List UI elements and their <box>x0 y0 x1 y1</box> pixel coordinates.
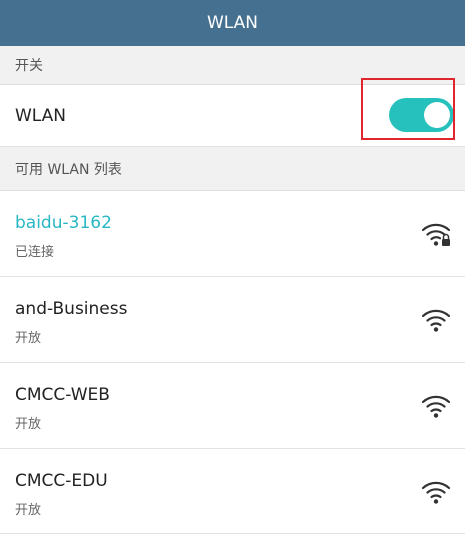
network-name: baidu-3162 <box>15 213 112 233</box>
available-networks-label: 可用 WLAN 列表 <box>15 161 122 178</box>
title-bar: WLAN <box>0 0 465 46</box>
network-item-cmcc-web[interactable]: CMCC-WEB 开放 <box>0 363 465 449</box>
network-item-and-business[interactable]: and-Business 开放 <box>0 277 465 363</box>
wifi-lock-icon <box>421 223 451 246</box>
network-item-cmcc-edu[interactable]: CMCC-EDU 开放 <box>0 449 465 534</box>
wlan-switch-label: WLAN <box>15 106 67 126</box>
page-title: WLAN <box>206 13 259 33</box>
wifi-icon <box>421 395 451 418</box>
network-item-baidu-3162[interactable]: baidu-3162 已连接 <box>0 191 465 277</box>
switch-section-label: 开关 <box>15 58 43 74</box>
network-status: 开放 <box>15 503 42 518</box>
network-name: CMCC-WEB <box>15 385 110 405</box>
network-name: and-Business <box>15 299 128 319</box>
wifi-icon <box>421 309 451 332</box>
network-status: 开放 <box>15 331 42 346</box>
highlight-box <box>361 78 455 140</box>
network-name: CMCC-EDU <box>15 471 108 491</box>
available-networks-header: 可用 WLAN 列表 <box>0 147 465 191</box>
network-status: 已连接 <box>15 245 55 260</box>
wifi-icon <box>421 481 451 504</box>
network-status: 开放 <box>15 417 42 432</box>
